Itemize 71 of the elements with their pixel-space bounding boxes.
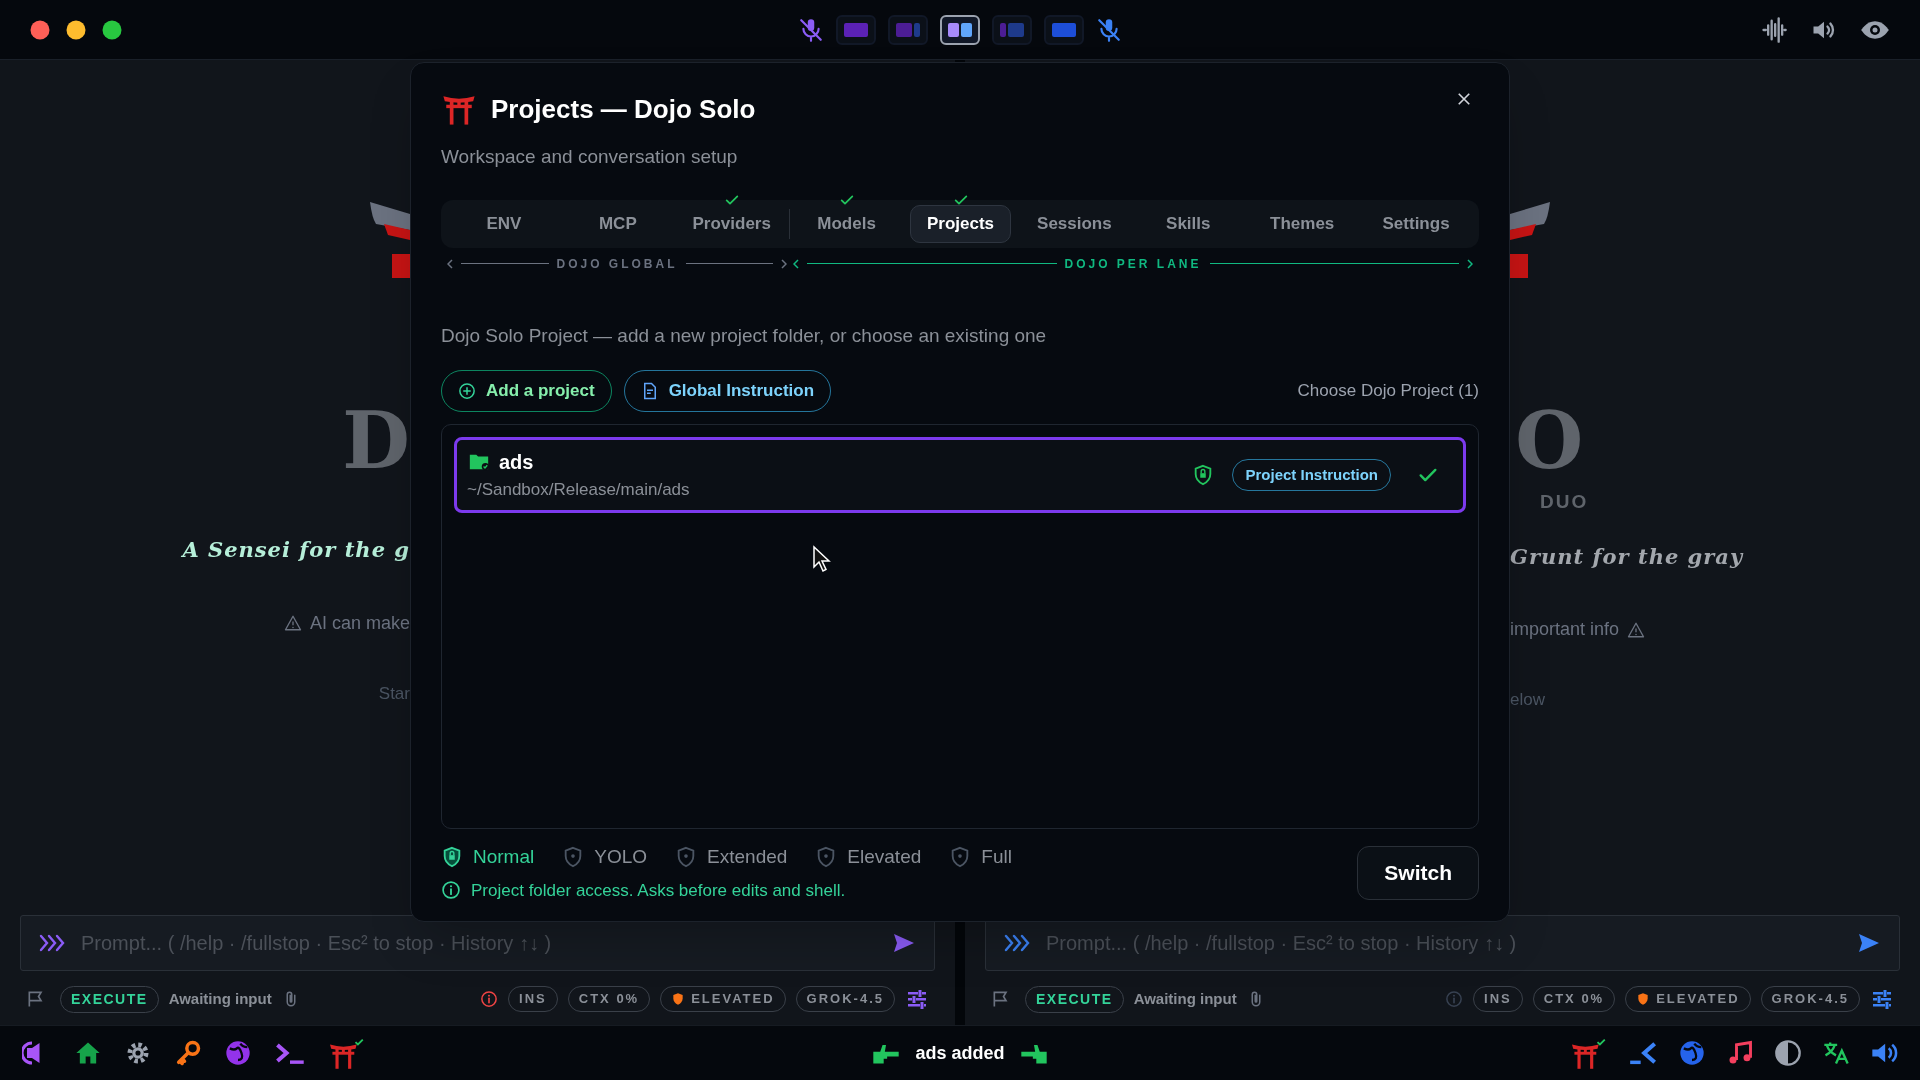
lane-label: DOJO PER LANE: [793, 253, 1473, 274]
mode-option[interactable]: Full: [949, 843, 1012, 872]
chevrons-icon: [1004, 933, 1032, 953]
tab[interactable]: Models: [801, 204, 892, 243]
lane-label: DOJO GLOBAL: [447, 253, 787, 274]
window-control-icon[interactable]: [66, 19, 86, 40]
tab[interactable]: Settings: [1366, 204, 1466, 243]
tab[interactable]: Themes: [1254, 204, 1351, 243]
send-icon[interactable]: [1857, 931, 1881, 955]
info-icon: [441, 880, 461, 901]
tab[interactable]: Skills: [1150, 204, 1227, 243]
mode-hint: Project folder access. Asks before edits and shell.: [471, 879, 846, 902]
shield-icon: [671, 992, 686, 1006]
window-control-icon[interactable]: [102, 19, 122, 40]
key-icon[interactable]: [174, 1039, 202, 1067]
torii-icon[interactable]: [1570, 1036, 1608, 1070]
project-name: ads: [499, 450, 534, 476]
sliders-icon[interactable]: [1870, 987, 1894, 1011]
mic-off-icon[interactable]: [1096, 16, 1122, 43]
chevron-right-icon: [1467, 258, 1473, 269]
logo-letter: O: [1515, 402, 1584, 480]
description-text: Dojo Solo Project — add a new project folder, or choose an existing one: [441, 323, 1048, 348]
status-text: Awaiting input: [1133, 988, 1237, 1009]
disclaimer-text: important info: [1510, 618, 1620, 641]
tagline: Grunt for the gray: [1510, 542, 1744, 571]
tab[interactable]: ENV: [470, 204, 538, 243]
status-text: Awaiting input: [168, 988, 272, 1009]
mode-option[interactable]: Extended: [675, 843, 788, 872]
window-control-icon[interactable]: [30, 19, 50, 40]
tab[interactable]: MCP: [582, 204, 653, 243]
chevron-right-icon: [781, 258, 787, 269]
disclaimer-text: AI can make: [309, 611, 410, 635]
dialog-title: Projects — Dojo Solo: [491, 93, 756, 126]
chevron-left-icon: [447, 258, 453, 269]
tab[interactable]: Projects: [909, 204, 1012, 243]
globe-icon[interactable]: [1678, 1039, 1706, 1067]
plus-circle-icon: [458, 382, 476, 400]
sliders-icon[interactable]: [905, 987, 929, 1011]
chevron-left-icon: [793, 258, 799, 269]
mode-option[interactable]: Elevated: [815, 843, 922, 872]
hint-text: elow: [1510, 689, 1545, 711]
count-label: Choose Dojo Project (1): [1297, 380, 1479, 403]
tab[interactable]: Sessions: [1021, 204, 1128, 243]
contrast-icon[interactable]: [1774, 1039, 1802, 1067]
tagline: A Sensei for the g: [182, 536, 410, 564]
logo-letter: D: [342, 402, 410, 480]
notification-text: ads added: [915, 1041, 1005, 1065]
mode-option[interactable]: Normal: [441, 843, 535, 872]
info-icon[interactable]: [480, 990, 499, 1008]
dialog-subtitle: Workspace and conversation setup: [441, 145, 739, 169]
chevrons-icon: [39, 933, 67, 953]
mode-option[interactable]: YOLO: [562, 843, 648, 872]
hint-text: Star: [378, 682, 410, 705]
logo-caption: DUO: [1540, 490, 1589, 514]
close-icon: [1455, 90, 1473, 108]
project-path: ~/Sandbox/Release/main/ads: [467, 479, 690, 502]
project-item[interactable]: ads ~/Sandbox/Release/main/ads Project Instruction: [454, 437, 1466, 513]
warning-icon: [1627, 620, 1646, 639]
layout-button[interactable]: [940, 14, 980, 45]
send-icon[interactable]: [892, 931, 916, 955]
tab[interactable]: Providers: [676, 204, 787, 243]
switch-button[interactable]: Switch: [1357, 846, 1479, 900]
mic-off-icon[interactable]: [798, 16, 824, 43]
torii-icon[interactable]: [328, 1036, 366, 1070]
shield-icon: [441, 846, 463, 869]
globe-icon[interactable]: [224, 1039, 252, 1067]
cursor-icon: [812, 545, 832, 573]
warning-icon: [283, 614, 302, 632]
code-icon[interactable]: [1628, 1039, 1658, 1067]
waveform-icon[interactable]: [1760, 15, 1788, 44]
shield-icon: [1636, 992, 1651, 1006]
